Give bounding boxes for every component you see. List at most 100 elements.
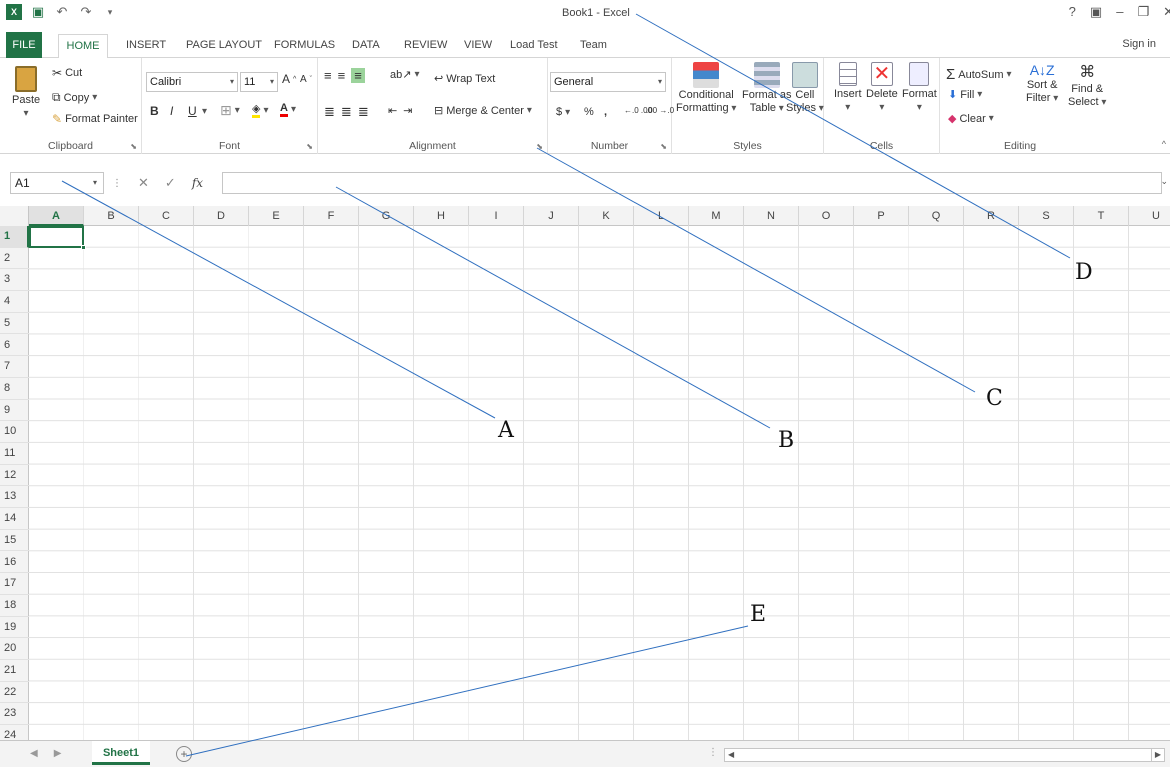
underline-button[interactable]: U xyxy=(188,104,197,118)
dialog-launcher-icon[interactable]: ⬊ xyxy=(130,142,137,151)
cancel-icon[interactable]: ✕ xyxy=(138,175,149,191)
cell-styles-button[interactable]: Cell Styles ▾ xyxy=(786,62,824,114)
active-cell-a1[interactable] xyxy=(29,226,86,250)
dialog-launcher-icon[interactable]: ⬊ xyxy=(306,142,313,151)
formula-input[interactable] xyxy=(222,172,1162,194)
column-header-u[interactable]: U xyxy=(1129,206,1170,226)
row-header-13[interactable]: 13 xyxy=(0,486,29,509)
copy-button[interactable]: ⧉ Copy ▾ xyxy=(52,90,97,105)
row-header-9[interactable]: 9 xyxy=(0,400,29,422)
column-header-a[interactable]: A xyxy=(29,206,84,226)
fill-button[interactable]: ⬇ Fill ▾ xyxy=(948,88,982,102)
enter-icon[interactable]: ✓ xyxy=(165,175,176,191)
row-header-18[interactable]: 18 xyxy=(0,595,29,617)
column-header-q[interactable]: Q xyxy=(909,206,964,226)
scroll-right-icon[interactable]: ▶ xyxy=(1151,748,1165,762)
row-header-3[interactable]: 3 xyxy=(0,269,29,292)
save-icon[interactable]: ▣ xyxy=(30,4,46,20)
tab-insert[interactable]: INSERT xyxy=(120,34,172,58)
restore-icon[interactable]: ❐ xyxy=(1137,4,1149,20)
row-header-20[interactable]: 20 xyxy=(0,638,29,660)
increase-indent-icon[interactable]: ⇥ xyxy=(403,104,412,117)
align-left-icon[interactable]: ≣ xyxy=(324,104,335,120)
sign-in-link[interactable]: Sign in xyxy=(1122,38,1156,50)
tab-team[interactable]: Team xyxy=(574,34,613,58)
decrease-decimal-button[interactable]: .00 →.0 xyxy=(646,106,674,115)
column-header-d[interactable]: D xyxy=(194,206,249,226)
row-header-1[interactable]: 1 xyxy=(0,226,29,248)
delete-cells-button[interactable]: ✕ Delete ▾ xyxy=(866,62,898,113)
cell-area[interactable] xyxy=(29,226,1170,740)
row-header-24[interactable]: 24 xyxy=(0,725,29,740)
conditional-formatting-button[interactable]: Conditional Formatting ▾ xyxy=(676,62,736,114)
column-header-j[interactable]: J xyxy=(524,206,579,226)
tab-formulas[interactable]: FORMULAS xyxy=(268,34,341,58)
name-box[interactable]: A1 ▾ xyxy=(10,172,104,194)
add-sheet-button[interactable]: + xyxy=(176,746,192,762)
column-header-b[interactable]: B xyxy=(84,206,139,226)
row-header-19[interactable]: 19 xyxy=(0,617,29,639)
font-color-button[interactable]: A ▾ xyxy=(280,102,296,117)
column-header-m[interactable]: M xyxy=(689,206,744,226)
close-icon[interactable]: ✕ xyxy=(1163,4,1170,20)
column-header-k[interactable]: K xyxy=(579,206,634,226)
row-header-22[interactable]: 22 xyxy=(0,682,29,704)
column-header-g[interactable]: G xyxy=(359,206,414,226)
wrap-text-button[interactable]: ↩ Wrap Text xyxy=(434,72,495,86)
dialog-launcher-icon[interactable]: ⬊ xyxy=(660,142,667,151)
column-header-t[interactable]: T xyxy=(1074,206,1129,226)
tab-file[interactable]: FILE xyxy=(6,32,42,58)
dialog-launcher-icon[interactable]: ⬊ xyxy=(536,142,543,151)
format-painter-button[interactable]: ✎ Format Painter xyxy=(52,112,138,126)
merge-center-button[interactable]: ⊟ Merge & Center ▾ xyxy=(434,104,532,118)
row-header-21[interactable]: 21 xyxy=(0,660,29,682)
horizontal-scrollbar[interactable]: ◀ xyxy=(724,748,1156,762)
paste-button[interactable]: Paste ▾ xyxy=(12,66,40,119)
select-all-corner[interactable] xyxy=(0,206,29,226)
currency-button[interactable]: $ ▾ xyxy=(556,106,570,118)
row-header-12[interactable]: 12 xyxy=(0,465,29,487)
underline-dropdown[interactable]: ▾ xyxy=(202,106,207,117)
undo-icon[interactable]: ↶ xyxy=(54,4,70,20)
column-header-c[interactable]: C xyxy=(139,206,194,226)
customize-qat-icon[interactable]: ▾ xyxy=(102,4,118,20)
collapse-ribbon-icon[interactable]: ^ xyxy=(1162,139,1166,149)
column-header-r[interactable]: R xyxy=(964,206,1019,226)
row-header-8[interactable]: 8 xyxy=(0,378,29,400)
tab-page-layout[interactable]: PAGE LAYOUT xyxy=(180,34,268,58)
orientation-button[interactable]: ab↗ ▾ xyxy=(390,68,419,81)
autosum-button[interactable]: Σ AutoSum ▾ xyxy=(946,66,1012,83)
row-header-10[interactable]: 10 xyxy=(0,421,29,443)
align-top-icon[interactable]: ≡ xyxy=(324,68,332,83)
row-header-23[interactable]: 23 xyxy=(0,703,29,726)
find-select-button[interactable]: ⌘ Find & Select ▾ xyxy=(1068,62,1106,108)
column-header-l[interactable]: L xyxy=(634,206,689,226)
tab-home[interactable]: HOME xyxy=(58,34,108,59)
clear-button[interactable]: ◆ Clear ▾ xyxy=(948,112,994,126)
row-header-15[interactable]: 15 xyxy=(0,530,29,552)
tab-review[interactable]: REVIEW xyxy=(398,34,453,58)
column-header-h[interactable]: H xyxy=(414,206,469,226)
decrease-font-size-button[interactable]: Aˇ xyxy=(300,74,312,85)
increase-font-size-button[interactable]: A ^ xyxy=(282,72,296,86)
redo-icon[interactable]: ↷ xyxy=(78,4,94,20)
align-right-icon[interactable]: ≣ xyxy=(358,104,369,120)
row-header-14[interactable]: 14 xyxy=(0,508,29,530)
column-header-e[interactable]: E xyxy=(249,206,304,226)
font-name-combo[interactable]: Calibri ▾ xyxy=(146,72,238,92)
bold-button[interactable]: B xyxy=(150,104,159,118)
row-header-5[interactable]: 5 xyxy=(0,313,29,335)
font-size-combo[interactable]: 11 ▾ xyxy=(240,72,278,92)
column-header-i[interactable]: I xyxy=(469,206,524,226)
column-header-p[interactable]: P xyxy=(854,206,909,226)
row-header-16[interactable]: 16 xyxy=(0,552,29,574)
format-as-table-button[interactable]: Format as Table ▾ xyxy=(742,62,792,114)
prev-sheet-icon[interactable]: ◀ xyxy=(30,748,38,759)
row-header-11[interactable]: 11 xyxy=(0,443,29,465)
column-header-n[interactable]: N xyxy=(744,206,799,226)
italic-button[interactable]: I xyxy=(170,104,173,118)
percent-button[interactable]: % xyxy=(584,106,594,118)
format-cells-button[interactable]: Format ▾ xyxy=(902,62,937,113)
row-header-4[interactable]: 4 xyxy=(0,291,29,313)
next-sheet-icon[interactable]: ▶ xyxy=(54,748,62,759)
